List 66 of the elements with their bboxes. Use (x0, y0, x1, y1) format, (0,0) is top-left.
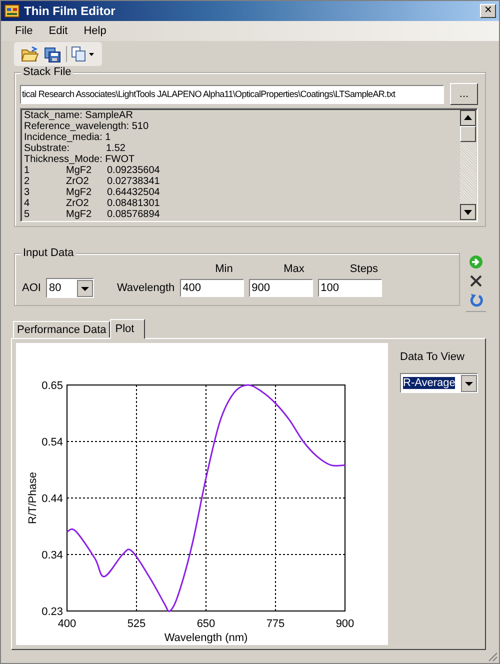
column-heading: Max (282, 263, 306, 275)
data-to-view-label: Data To View (400, 351, 466, 363)
y-tick-label: 0.65 (42, 380, 63, 392)
app-icon (4, 3, 20, 19)
group-title: Input Data (21, 247, 76, 259)
open-folder-icon[interactable] (20, 45, 40, 63)
layer-thickness: 0.02738341 (107, 176, 160, 187)
refresh-icon[interactable] (469, 293, 483, 307)
text-line: Stack_name: SampleAR (24, 110, 134, 121)
tab[interactable]: Performance Data (13, 321, 110, 338)
text-line: Reference_wavelength: 510 (24, 121, 150, 132)
layer-number: 3 (24, 187, 31, 198)
y-axis-label: R/T/Phase (27, 472, 39, 524)
x-tick-label: 400 (58, 618, 76, 630)
x-tick-label: 900 (336, 618, 354, 630)
input-field[interactable]: 900 (248, 279, 313, 297)
input-field[interactable]: 100 (318, 279, 382, 297)
text-line: Thickness_Mode: FWOT (24, 154, 136, 165)
window-title: Thin Film Editor (24, 4, 116, 18)
browse-button[interactable]: ... (450, 83, 478, 105)
x-axis-label: Wavelength (nm) (164, 632, 248, 644)
x-tick-label: 775 (266, 618, 285, 630)
layer-material: MgF2 (66, 187, 93, 198)
scroll-up-icon[interactable] (460, 110, 476, 126)
text-value: 1.52 (106, 143, 126, 154)
group-title: Stack File (21, 66, 74, 78)
layer-thickness: 0.08481301 (107, 198, 160, 209)
aoi-dropdown[interactable]: 80 (46, 278, 94, 298)
layer-material: MgF2 (66, 165, 93, 176)
data-to-view-dropdown[interactable]: R-Average (400, 373, 478, 393)
y-tick-label: 0.23 (42, 606, 63, 618)
wavelength-label: Wavelength (116, 282, 175, 294)
layer-thickness: 0.64432504 (107, 187, 160, 198)
y-tick-label: 0.44 (42, 493, 63, 505)
save-icon[interactable] (43, 45, 63, 63)
layer-thickness: 0.08576894 (107, 209, 160, 220)
menu-item[interactable]: Help (76, 23, 114, 39)
layer-material: MgF2 (66, 209, 93, 220)
aoi-label: AOI (22, 282, 41, 294)
x-tick-label: 525 (127, 618, 146, 630)
input-field[interactable]: 400 (180, 279, 244, 297)
layer-number: 2 (24, 176, 31, 187)
y-tick-label: 0.34 (42, 550, 63, 562)
layer-thickness: 0.09235604 (107, 165, 160, 176)
copy-dropdown-icon[interactable] (70, 45, 96, 63)
x-tick-label: 650 (196, 618, 216, 630)
resize-grip-icon[interactable] (486, 650, 498, 662)
layer-number: 5 (24, 209, 31, 220)
y-tick-label: 0.54 (42, 436, 63, 448)
scroll-thumb[interactable] (460, 126, 476, 142)
scrollbar[interactable] (460, 110, 476, 220)
text-line: Incidence_media: 1 (24, 132, 112, 143)
tab[interactable]: Plot (110, 319, 146, 339)
layer-material: ZrO2 (66, 198, 90, 209)
scroll-down-icon[interactable] (460, 204, 476, 220)
menu-item[interactable]: File (7, 23, 41, 39)
layer-number: 1 (24, 165, 31, 176)
menu-item[interactable]: Edit (40, 23, 76, 39)
close-button[interactable]: ✕ (480, 4, 496, 18)
column-heading: Steps (348, 263, 380, 275)
file-path-field[interactable]: tical Research Associates\LightTools JALAPENO Alpha11\OpticalProperties\Coatings\LTSampleAR.txt (20, 84, 444, 104)
close-icon[interactable] (469, 274, 483, 288)
layer-material: ZrO2 (66, 176, 90, 187)
text-line: Substrate: (24, 143, 71, 154)
column-heading: Min (214, 263, 234, 275)
layer-number: 4 (24, 198, 31, 209)
